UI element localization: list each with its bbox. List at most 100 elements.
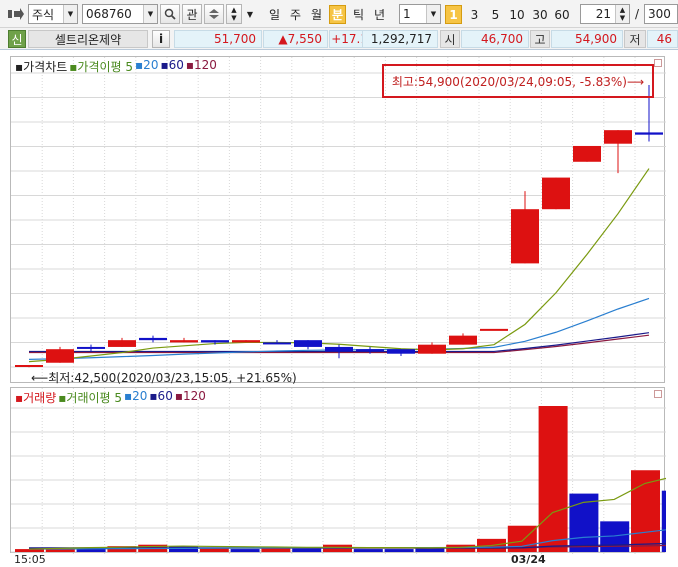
link-arrow-icon[interactable]: [6, 4, 26, 24]
legend-price-ma120[interactable]: ▪120: [186, 58, 217, 75]
interval-60[interactable]: 60: [551, 5, 573, 24]
stock-name: 셀트리온제약: [28, 30, 148, 48]
interval-5[interactable]: 5: [487, 5, 504, 24]
open-value: 46,700: [461, 30, 529, 48]
candle-body: [201, 340, 229, 343]
legend-price-chart[interactable]: ▪가격차트: [15, 58, 67, 75]
legend-volume-ma60[interactable]: ▪60: [149, 389, 172, 406]
chevron-down-icon[interactable]: ▼: [426, 5, 440, 23]
watchlist-button-label: 관: [186, 7, 198, 22]
pane-maximize-icon[interactable]: [654, 59, 662, 67]
volume-chart-svg: [11, 388, 666, 554]
candle-body: [356, 349, 384, 352]
count-value: 21: [595, 7, 611, 21]
legend-price-ma20[interactable]: ▪20: [135, 58, 158, 75]
chevron-down-icon[interactable]: ▼: [231, 14, 236, 22]
candle-body: [325, 346, 353, 352]
candle-body: [294, 340, 322, 347]
candle-body: [573, 145, 601, 162]
period-tab-minute[interactable]: 분: [329, 5, 346, 24]
total-count-input[interactable]: 300: [644, 4, 678, 24]
candle-body: [170, 340, 198, 343]
market-select[interactable]: 주식 ▼: [28, 4, 78, 24]
legend-volume[interactable]: ▪거래량: [15, 389, 56, 406]
current-price: 51,700: [174, 30, 262, 48]
quote-bar: 신 셀트리온제약 i 51,700 ▲7,550 +17.10% 1,292,7…: [0, 28, 678, 50]
candle-body: [449, 335, 477, 345]
candle-body: [108, 340, 136, 347]
high-price-annotation: 최고:54,900(2020/03/24,09:05, -5.83%)⟶: [382, 64, 654, 98]
search-icon[interactable]: [160, 4, 180, 24]
period-tab-week[interactable]: 주: [287, 5, 304, 24]
legend-price-ma60[interactable]: ▪60: [160, 58, 183, 75]
x-tick-label: 15:05: [14, 553, 46, 566]
market-select-value: 주식: [32, 7, 55, 22]
open-label: 시: [440, 30, 460, 48]
count-separator: /: [634, 7, 640, 21]
stock-code-input[interactable]: 068760 ▼: [82, 4, 158, 24]
candle-body: [46, 349, 74, 363]
search-icon-shape: [164, 8, 176, 20]
volume-bar: [169, 546, 198, 552]
stepper-arrows[interactable]: ▲ ▼: [615, 5, 629, 23]
watchlist-button[interactable]: 관: [182, 4, 202, 24]
candle-body: [511, 209, 539, 264]
candle-body: [635, 132, 663, 135]
candle-body: [232, 340, 260, 343]
period-tab-tick[interactable]: 틱: [350, 5, 367, 24]
candle-body: [77, 346, 105, 349]
candle-body: [139, 337, 167, 341]
period-tab-month[interactable]: 월: [308, 5, 325, 24]
legend-volume-ma5[interactable]: ▪거래이평 5: [58, 389, 122, 406]
period-tab-day[interactable]: 일: [266, 5, 283, 24]
chart-style-icon[interactable]: [204, 4, 224, 24]
chart-toolbar: 주식 ▼ 068760 ▼ 관 ▲ ▼ ▼ 일 주 월 분 틱 년 1 ▼ 1 …: [0, 0, 678, 28]
interval-1[interactable]: 1: [445, 5, 462, 24]
x-tick-label: 03/24: [511, 553, 546, 566]
chart-style-icon-shape: [209, 9, 219, 19]
candle-body: [480, 328, 508, 331]
candle-body: [15, 365, 43, 367]
interval-30[interactable]: 30: [529, 5, 551, 24]
candle-body: [263, 342, 291, 345]
low-price-annotation: ⟵최저:42,500(2020/03/23,15:05, +21.65%): [31, 371, 297, 385]
chevron-down-icon[interactable]: ▼: [63, 5, 77, 23]
price-chart-pane[interactable]: ▪가격차트 ▪가격이평 5 ▪20 ▪60 ▪120 최고:54,900(202…: [10, 56, 666, 385]
period-tab-year[interactable]: 년: [371, 5, 388, 24]
chevron-up-icon[interactable]: ▲: [620, 6, 625, 14]
info-button[interactable]: i: [152, 30, 170, 48]
interval-select[interactable]: 1 ▼: [399, 4, 441, 24]
price-chart-svg: [11, 57, 666, 384]
volume-legend: ▪거래량 ▪거래이평 5 ▪20 ▪60 ▪120: [15, 389, 206, 406]
interval-10[interactable]: 10: [506, 5, 528, 24]
candle-body: [542, 177, 570, 210]
price-change: ▲7,550: [263, 30, 328, 48]
volume-bar: [661, 490, 666, 552]
legend-volume-ma120[interactable]: ▪120: [175, 389, 206, 406]
chevron-down-icon[interactable]: ▼: [620, 14, 625, 22]
volume-bar: [384, 549, 414, 552]
price-legend: ▪가격차트 ▪가격이평 5 ▪20 ▪60 ▪120: [15, 58, 217, 75]
count-stepper[interactable]: 21 ▲ ▼: [580, 4, 630, 24]
interval-3[interactable]: 3: [466, 5, 483, 24]
credit-badge: 신: [8, 30, 26, 48]
volume-chart-pane[interactable]: ▪거래량 ▪거래이평 5 ▪20 ▪60 ▪120: [10, 387, 666, 554]
legend-volume-ma20[interactable]: ▪20: [124, 389, 147, 406]
legend-price-ma5[interactable]: ▪가격이평 5: [69, 58, 133, 75]
chevron-up-icon[interactable]: ▲: [231, 6, 236, 14]
high-value: 54,900: [551, 30, 623, 48]
candle-body: [418, 344, 446, 354]
chevron-down-icon[interactable]: ▼: [143, 5, 157, 23]
candle-body: [604, 130, 632, 144]
volume-bar: [353, 549, 383, 552]
high-label: 고: [530, 30, 550, 48]
trade-volume-cell: 1,292,717: [362, 30, 438, 48]
pane-maximize-icon[interactable]: [654, 390, 662, 398]
low-value: 46: [647, 30, 678, 48]
volume-bar: [538, 406, 568, 552]
up-down-stepper[interactable]: ▲ ▼: [226, 4, 242, 24]
x-axis: 15:05 03/24: [0, 553, 678, 567]
chevron-down-icon[interactable]: ▼: [244, 4, 256, 24]
volume-bar: [230, 549, 260, 552]
link-arrow-icon-shape: [8, 8, 24, 20]
